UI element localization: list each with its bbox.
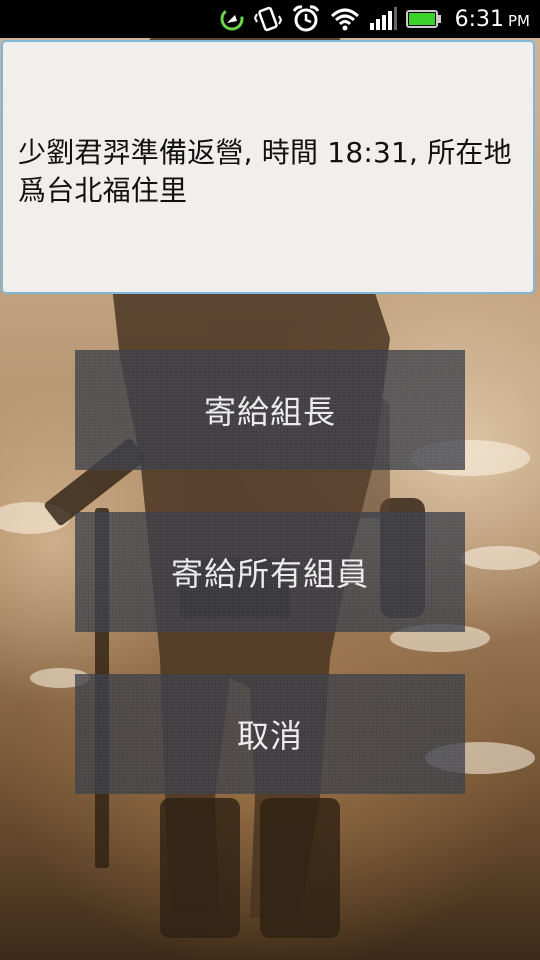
send-to-leader-button[interactable]: 寄給組長 bbox=[75, 350, 465, 470]
wifi-icon bbox=[330, 7, 360, 31]
clock: 6:31 PM bbox=[455, 7, 530, 32]
alarm-icon bbox=[291, 4, 321, 34]
cancel-button[interactable]: 取消 bbox=[75, 674, 465, 794]
sync-icon bbox=[219, 6, 245, 32]
battery-icon bbox=[405, 9, 442, 29]
clock-ampm: PM bbox=[508, 11, 530, 30]
send-to-all-members-button[interactable]: 寄給所有組員 bbox=[75, 512, 465, 632]
message-text: 少劉君羿準備返營, 時間 18:31, 所在地爲台北福住里 bbox=[18, 136, 512, 207]
vibrate-icon bbox=[253, 6, 282, 32]
status-icons: 6:31 PM bbox=[219, 0, 530, 38]
signal-icon bbox=[369, 7, 397, 31]
screen: 6:31 PM 少劉君羿準備返營, 時間 18:31, 所在地爲台北福住里 寄給組… bbox=[0, 0, 540, 960]
message-box[interactable]: 少劉君羿準備返營, 時間 18:31, 所在地爲台北福住里 bbox=[1, 40, 535, 294]
status-bar: 6:31 PM bbox=[0, 0, 540, 38]
clock-time: 6:31 bbox=[454, 6, 504, 32]
